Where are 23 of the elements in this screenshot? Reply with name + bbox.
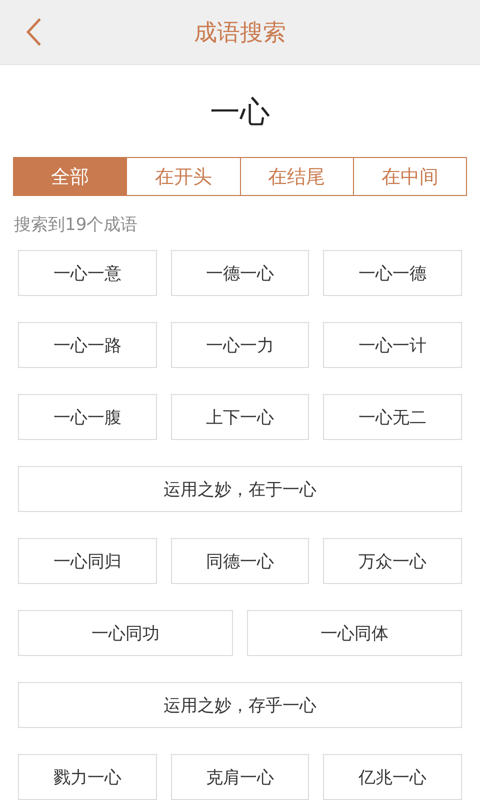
- result-count: 搜索到19个成语: [14, 214, 139, 236]
- idiom-item[interactable]: 一心一力: [170, 322, 310, 368]
- idiom-item[interactable]: 运用之妙，在于一心: [18, 466, 462, 512]
- idiom-item[interactable]: 一心一德: [323, 250, 462, 296]
- idiom-item[interactable]: 一心一路: [18, 322, 157, 368]
- idiom-item[interactable]: 一心同功: [18, 610, 233, 656]
- idiom-item[interactable]: 上下一心: [170, 394, 310, 440]
- idiom-item[interactable]: 一德一心: [170, 250, 310, 296]
- idiom-item[interactable]: 一心一意: [18, 250, 157, 296]
- idiom-item[interactable]: 一心一计: [323, 322, 462, 368]
- chevron-left-icon: [24, 17, 44, 47]
- idiom-item[interactable]: 一心同归: [18, 538, 157, 584]
- search-query: 一心: [210, 94, 270, 132]
- idiom-item[interactable]: 亿兆一心: [323, 754, 462, 800]
- idiom-item[interactable]: 戮力一心: [18, 754, 157, 800]
- idiom-item[interactable]: 一心一腹: [18, 394, 157, 440]
- idiom-item[interactable]: 一心无二: [323, 394, 462, 440]
- idiom-item[interactable]: 一心同体: [247, 610, 462, 656]
- idiom-item[interactable]: 运用之妙，存乎一心: [18, 682, 462, 728]
- header-title: 成语搜索: [194, 18, 286, 48]
- idiom-item[interactable]: 同德一心: [170, 538, 310, 584]
- idiom-item[interactable]: 克肩一心: [170, 754, 310, 800]
- idiom-item[interactable]: 万众一心: [323, 538, 462, 584]
